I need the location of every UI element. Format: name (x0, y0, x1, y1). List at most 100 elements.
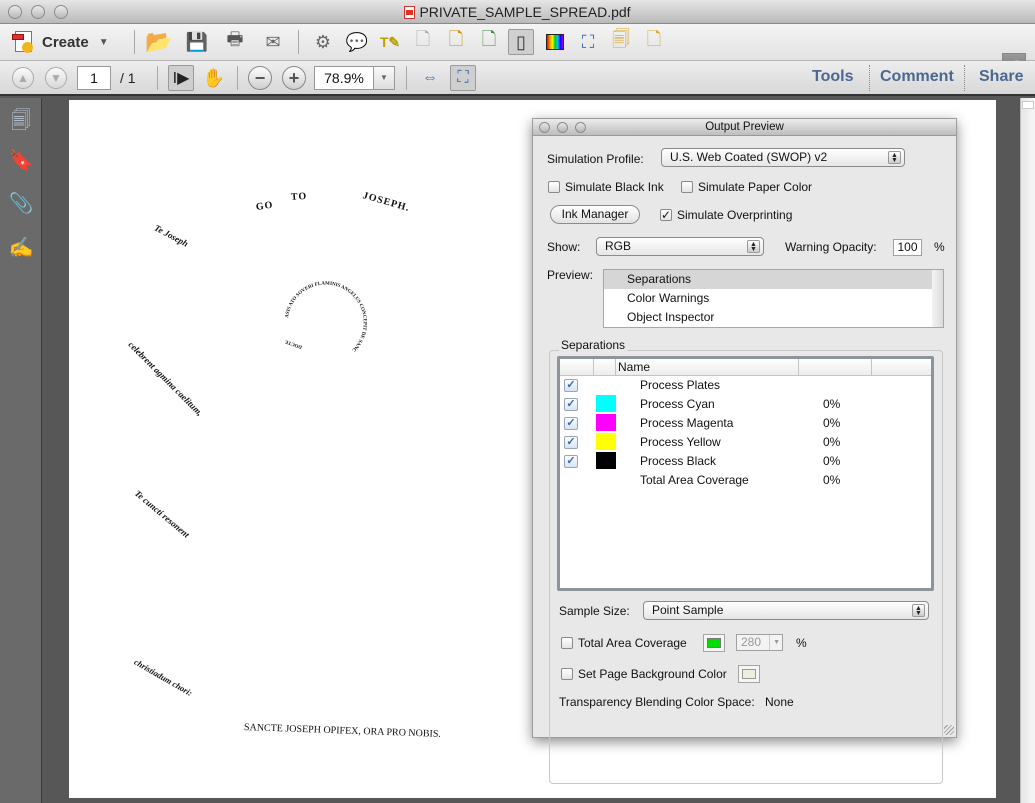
document-send-icon: 🗋 (481, 29, 497, 49)
separation-name: Process Cyan (640, 397, 715, 411)
fit-page-button[interactable]: ⛶ (450, 65, 476, 91)
dialog-close-button[interactable] (539, 122, 550, 133)
preview-option-object-inspector[interactable]: Object Inspector (604, 308, 943, 327)
ink-manager-button[interactable]: Ink Manager (550, 205, 640, 224)
column-header-name[interactable]: Name (616, 359, 799, 375)
separation-row[interactable]: ✓ Process Magenta 0% (560, 414, 931, 433)
open-button[interactable]: 📂 (145, 29, 172, 55)
column-header-visible[interactable] (560, 359, 594, 375)
coverage-color-well[interactable] (703, 634, 725, 652)
select-tool-button[interactable]: I▶ (168, 65, 194, 91)
separation-visible-checkbox[interactable]: ✓ (564, 398, 578, 411)
show-select[interactable]: RGB ▲ ▼ (596, 237, 764, 256)
preview-option-separations[interactable]: Separations (604, 270, 943, 289)
cursor-icon: I▶ (172, 70, 190, 87)
separation-row[interactable]: Total Area Coverage 0% (560, 471, 931, 490)
preview-list-scrollbar[interactable] (932, 270, 943, 327)
separation-visible-checkbox[interactable]: ✓ (564, 417, 578, 430)
text-edit-icon: T✎ (379, 33, 401, 50)
separation-coverage: 0% (823, 473, 841, 487)
arrow-up-icon: ▲ (17, 71, 29, 85)
separation-row[interactable]: ✓ Process Cyan 0% (560, 395, 931, 414)
next-page-button[interactable]: ▼ (45, 67, 67, 89)
simulate-paper-color-checkbox[interactable] (681, 181, 693, 193)
signatures-button[interactable]: ✍ (8, 235, 34, 261)
column-header-swatch[interactable] (594, 359, 616, 375)
simulation-profile-select[interactable]: U.S. Web Coated (SWOP) v2 ▲ ▼ (661, 148, 905, 167)
warning-opacity-input[interactable]: 100 (893, 239, 922, 256)
separation-row[interactable]: ✓ Process Black 0% (560, 452, 931, 471)
text-edit-button[interactable]: T✎ (377, 29, 403, 55)
create-button[interactable]: Create ▼ (12, 28, 109, 56)
page-number-input[interactable]: 1 (77, 66, 111, 90)
tools-pane-link[interactable]: Tools (812, 68, 853, 86)
hand-tool-button[interactable]: ✋ (201, 65, 227, 91)
color-convert-button[interactable] (542, 29, 568, 55)
crop-button[interactable]: ⛶ (575, 29, 601, 55)
pages-button[interactable]: 🗐 (608, 29, 634, 55)
column-header-extra[interactable] (872, 359, 934, 375)
dialog-titlebar[interactable]: Output Preview (533, 119, 956, 136)
email-button[interactable]: ✉ (260, 29, 286, 55)
chevron-down-icon: ▼ (769, 635, 780, 650)
set-page-background-label: Set Page Background Color (578, 667, 727, 681)
toolbar-divider (134, 30, 135, 54)
resize-grip[interactable] (944, 725, 954, 735)
simulate-black-ink-checkbox[interactable] (548, 181, 560, 193)
previous-page-button[interactable]: ▲ (12, 67, 34, 89)
zoom-dropdown-button[interactable]: ▼ (373, 66, 395, 90)
comment-button[interactable]: 💬 (344, 29, 370, 55)
scrollbar-thumb[interactable] (1022, 101, 1034, 109)
blending-space-label: Transparency Blending Color Space: (559, 695, 755, 709)
total-area-coverage-label: Total Area Coverage (578, 636, 687, 650)
forward-document-button[interactable]: 🗋 (641, 29, 667, 55)
percent-label: % (934, 240, 945, 254)
pages-icon: 🗐 (612, 29, 630, 49)
fit-width-button[interactable]: ⇔ (417, 65, 443, 91)
coverage-limit-combo[interactable]: 280 ▼ (736, 634, 783, 651)
save-button[interactable]: 💾 (184, 29, 210, 55)
output-preview-button[interactable]: ▯ (508, 29, 534, 55)
column-header-value[interactable] (799, 359, 872, 375)
separation-visible-checkbox[interactable]: ✓ (564, 455, 578, 468)
total-area-coverage-checkbox[interactable] (561, 637, 573, 649)
share-pane-link[interactable]: Share (979, 68, 1023, 86)
hand-icon: ✋ (202, 67, 226, 88)
document-forward-icon: 🗋 (646, 29, 662, 49)
page-thumbnails-button[interactable]: 🗐 (8, 106, 34, 132)
vertical-scrollbar[interactable] (1020, 98, 1035, 803)
comment-pane-link[interactable]: Comment (880, 68, 954, 86)
separation-row[interactable]: ✓ Process Yellow 0% (560, 433, 931, 452)
separation-name: Process Magenta (640, 416, 734, 430)
preview-option-color-warnings[interactable]: Color Warnings (604, 289, 943, 308)
print-button[interactable]: 🖶 (222, 29, 248, 55)
export-button[interactable]: 🗋 (443, 29, 469, 55)
attachments-button[interactable]: 📎 (8, 191, 34, 217)
pages-icon: 🗐 (11, 110, 31, 132)
zoom-level-input[interactable]: 78.9% (314, 66, 374, 90)
dialog-zoom-button[interactable] (575, 122, 586, 133)
send-document-button[interactable]: 🗋 (476, 29, 502, 55)
settings-button[interactable]: ⚙ (310, 29, 336, 55)
bookmarks-button[interactable]: 🔖 (8, 148, 34, 174)
separation-coverage: 0% (823, 435, 841, 449)
dialog-minimize-button[interactable] (557, 122, 568, 133)
zoom-out-button[interactable]: − (248, 66, 272, 90)
delete-document-button[interactable]: 🗋 (410, 29, 436, 55)
separation-visible-checkbox[interactable]: ✓ (564, 379, 578, 392)
sample-size-select[interactable]: Point Sample ▲ ▼ (643, 601, 929, 620)
set-page-background-checkbox[interactable] (561, 668, 573, 680)
print-icon: 🖶 (226, 29, 244, 49)
separation-visible-checkbox[interactable]: ✓ (564, 436, 578, 449)
simulate-paper-color-label: Simulate Paper Color (698, 180, 813, 194)
page-background-color-well[interactable] (738, 665, 760, 683)
separation-row[interactable]: ✓ Process Plates (560, 376, 931, 395)
separation-name: Process Black (640, 454, 717, 468)
document-delete-icon: 🗋 (415, 29, 431, 49)
page-total: / 1 (120, 70, 136, 86)
color-swatch (742, 669, 756, 679)
document-export-icon: 🗋 (448, 29, 464, 49)
divider (964, 65, 965, 91)
simulate-overprinting-checkbox[interactable]: ✓ (660, 209, 672, 221)
zoom-in-button[interactable]: + (282, 66, 306, 90)
